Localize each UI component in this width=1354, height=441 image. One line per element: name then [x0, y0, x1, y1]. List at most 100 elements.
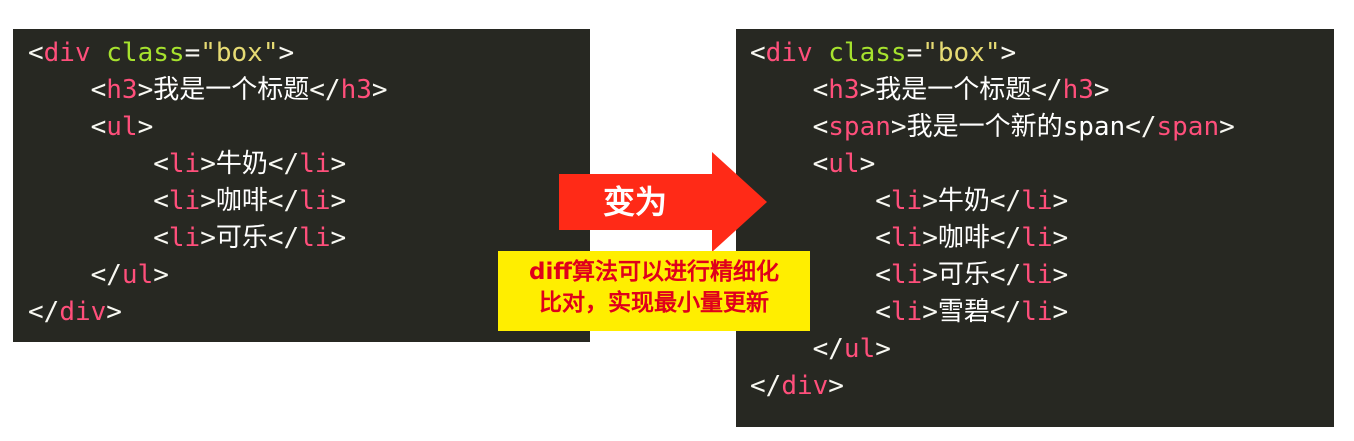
code-token-tag: li: [299, 149, 331, 179]
code-panel-after: <div class="box"> <h3>我是一个标题</h3> <span>…: [736, 29, 1334, 427]
code-token-punc: </: [28, 297, 60, 327]
code-token-tag: div: [59, 297, 107, 327]
code-line: <h3>我是一个标题</h3>: [750, 72, 1110, 109]
code-token-tag: span: [1156, 112, 1220, 142]
code-token-tag: li: [890, 260, 923, 290]
arrow-label: 变为: [602, 183, 667, 221]
code-token-text: 我是一个标题: [153, 75, 310, 105]
code-token-punc: </: [267, 186, 300, 216]
code-line: <div class="box">: [28, 35, 294, 72]
code-token-punc: >: [1052, 297, 1069, 327]
code-line: </div>: [750, 368, 844, 405]
code-token-str: "box": [200, 38, 279, 68]
code-token-text: 可乐: [937, 260, 990, 290]
code-line: </ul>: [28, 257, 169, 294]
code-token-punc: >: [1052, 223, 1069, 253]
code-token-punc: [813, 38, 829, 68]
code-token-punc: >: [330, 186, 347, 216]
code-token-punc: </: [989, 260, 1022, 290]
code-token-punc: <: [28, 186, 169, 216]
code-token-punc: <: [28, 38, 44, 68]
code-token-tag: ul: [828, 149, 860, 179]
code-token-punc: >: [1052, 186, 1069, 216]
code-token-punc: >: [1093, 75, 1110, 105]
code-token-punc: <: [28, 75, 107, 105]
code-token-tag: ul: [121, 260, 154, 290]
code-token-punc: >: [1219, 112, 1235, 142]
code-token-tag: li: [168, 186, 201, 216]
code-token-punc: <: [750, 38, 766, 68]
code-token-punc: =: [184, 38, 201, 68]
code-token-tag: li: [299, 223, 331, 253]
code-line: <div class="box">: [750, 35, 1016, 72]
code-token-tag: li: [168, 149, 201, 179]
code-token-text: 雪碧: [937, 297, 990, 327]
code-token-punc: >: [875, 334, 891, 364]
code-token-punc: >: [859, 149, 876, 179]
code-token-tag: div: [781, 371, 829, 401]
code-token-tag: li: [1021, 223, 1053, 253]
note-line-2: 比对，实现最小量更新: [539, 290, 769, 316]
code-token-punc: >: [922, 297, 938, 327]
code-token-punc: >: [1000, 38, 1017, 68]
code-line: <li>可乐</li>: [28, 220, 346, 257]
code-token-punc: >: [828, 371, 844, 401]
code-line: <li>咖啡</li>: [28, 183, 346, 220]
code-token-punc: </: [309, 75, 341, 105]
code-token-text: 牛奶: [215, 149, 268, 179]
code-token-punc: >: [859, 75, 876, 105]
code-token-punc: >: [371, 75, 388, 105]
code-token-punc: >: [278, 38, 295, 68]
code-token-punc: <: [28, 149, 169, 179]
code-token-punc: >: [330, 223, 347, 253]
code-token-tag: h3: [1062, 75, 1094, 105]
code-token-punc: </: [1125, 112, 1157, 142]
code-token-tag: ul: [106, 112, 138, 142]
code-token-tag: h3: [340, 75, 372, 105]
code-token-punc: <: [28, 223, 169, 253]
code-token-tag: li: [890, 297, 923, 327]
code-token-text: 牛奶: [937, 186, 990, 216]
code-token-punc: >: [106, 297, 122, 327]
code-token-punc: <: [28, 112, 107, 142]
code-line: <li>牛奶</li>: [750, 183, 1068, 220]
code-token-punc: >: [153, 260, 169, 290]
code-token-punc: </: [989, 186, 1022, 216]
code-token-tag: div: [43, 38, 91, 68]
code-token-punc: >: [137, 112, 154, 142]
code-token-text: 可乐: [215, 223, 268, 253]
code-token-attr: class: [828, 38, 907, 68]
code-line: <ul>: [28, 109, 154, 146]
code-token-tag: li: [890, 186, 923, 216]
code-token-punc: >: [200, 186, 216, 216]
code-token-punc: </: [750, 371, 782, 401]
code-line: <h3>我是一个标题</h3>: [28, 72, 388, 109]
code-token-tag: li: [1021, 186, 1053, 216]
code-token-tag: li: [299, 186, 331, 216]
code-token-punc: >: [330, 149, 347, 179]
code-token-attr: class: [106, 38, 185, 68]
code-token-punc: >: [137, 75, 154, 105]
code-token-punc: <: [750, 223, 891, 253]
code-token-punc: </: [28, 260, 122, 290]
code-token-punc: </: [750, 334, 844, 364]
code-token-punc: </: [989, 297, 1022, 327]
code-token-punc: <: [750, 186, 891, 216]
code-token-punc: >: [922, 223, 938, 253]
code-token-punc: </: [267, 223, 300, 253]
code-line: </ul>: [750, 331, 891, 368]
code-token-text: 咖啡: [215, 186, 268, 216]
code-line: <li>牛奶</li>: [28, 146, 346, 183]
code-token-punc: [91, 38, 107, 68]
code-token-text: 我是一个新的span: [906, 112, 1126, 142]
code-token-punc: >: [1052, 260, 1069, 290]
code-token-tag: li: [1021, 297, 1053, 327]
code-token-punc: =: [906, 38, 923, 68]
code-token-tag: ul: [843, 334, 876, 364]
code-token-punc: >: [922, 260, 938, 290]
code-line: </div>: [28, 294, 122, 331]
code-token-punc: >: [200, 149, 216, 179]
code-token-punc: </: [1031, 75, 1063, 105]
code-token-punc: </: [267, 149, 300, 179]
code-token-tag: h3: [828, 75, 860, 105]
